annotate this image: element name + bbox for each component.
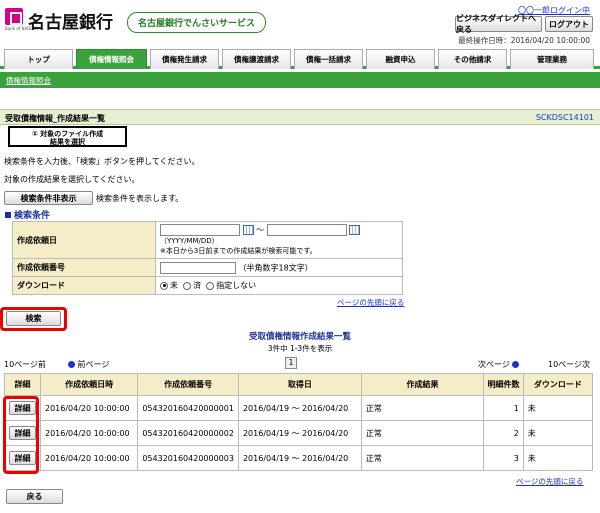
back-button[interactable]: 戻る bbox=[6, 489, 63, 504]
row-period: 2016/04/19 〜 2016/04/20 bbox=[237, 420, 362, 446]
step-label-line1: ① 対象のファイル作成 bbox=[31, 130, 104, 138]
results-count: 3件中 1-3件を表示 bbox=[267, 344, 333, 353]
row-datetime: 2016/04/20 10:00:00 bbox=[39, 420, 139, 446]
request-date-from-input[interactable] bbox=[160, 224, 240, 236]
download-not-yet-label: 未 bbox=[170, 281, 178, 290]
results-header-row: 詳細 作成依頼日時 作成依頼番号 取得日 作成結果 明細件数 ダウンロード bbox=[4, 373, 594, 396]
search-form: 作成依頼日 〜 （YYYY/MM/DD） ※本日から3日前までの作成結果が検索可… bbox=[12, 221, 403, 295]
toggle-note: 検索条件を表示します。 bbox=[96, 194, 184, 203]
header-request-number: 作成依頼番号 bbox=[137, 373, 239, 396]
header-result: 作成結果 bbox=[360, 373, 485, 396]
row-period: 2016/04/19 〜 2016/04/20 bbox=[237, 445, 362, 471]
prev-arrow-icon bbox=[68, 361, 75, 368]
toggle-search-conditions-button[interactable]: 検索条件非表示 bbox=[4, 191, 93, 205]
table-row: 詳細 2016/04/20 10:00:00 05432016042000000… bbox=[4, 395, 594, 421]
back-to-top-link-search[interactable]: ページの先頭に戻る bbox=[337, 297, 404, 308]
tab-loan-application[interactable]: 融資申込 bbox=[366, 49, 435, 69]
tab-bulk-request[interactable]: 債権一括請求 bbox=[294, 49, 363, 69]
row-download: 未 bbox=[522, 445, 594, 471]
table-row: 詳細 2016/04/20 10:00:00 05432016042000000… bbox=[4, 445, 594, 471]
tab-other-request[interactable]: その他請求 bbox=[438, 49, 507, 69]
tab-transfer-request[interactable]: 債権譲渡請求 bbox=[222, 49, 291, 69]
row-count: 1 bbox=[483, 395, 524, 421]
calendar-from-icon[interactable] bbox=[242, 225, 254, 235]
detail-buttons-highlight bbox=[3, 396, 39, 474]
request-number-label: 作成依頼番号 bbox=[12, 258, 156, 277]
search-button[interactable]: 検索 bbox=[6, 311, 61, 326]
download-label: ダウンロード bbox=[12, 276, 156, 295]
table-row: 詳細 2016/04/20 10:00:00 05432016042000000… bbox=[4, 420, 594, 446]
instruction-select: 対象の作成結果を選択してください。 bbox=[4, 175, 140, 184]
header-acquisition-date: 取得日 bbox=[237, 373, 362, 396]
prev-10-pages[interactable]: 10ページ前 bbox=[4, 359, 46, 370]
header-request-datetime: 作成依頼日時 bbox=[39, 373, 139, 396]
row-number: 054320160420000002 bbox=[137, 420, 239, 446]
row-count: 3 bbox=[483, 445, 524, 471]
results-table: 詳細 作成依頼日時 作成依頼番号 取得日 作成結果 明細件数 ダウンロード 詳細… bbox=[4, 373, 594, 471]
page-title-bar: 受取債権情報_作成結果一覧 SCKDSC14101 bbox=[0, 109, 600, 125]
next-10-pages[interactable]: 10ページ次 bbox=[548, 359, 590, 370]
header-detail: 詳細 bbox=[4, 373, 41, 396]
request-date-to-input[interactable] bbox=[266, 224, 347, 236]
subnav-credit-inquiry-link[interactable]: 債権情報照会 bbox=[6, 75, 51, 86]
download-not-yet-radio[interactable] bbox=[160, 281, 168, 290]
request-number-note: （半角数字18文字） bbox=[238, 263, 313, 272]
tab-top[interactable]: トップ bbox=[4, 49, 73, 69]
header-detail-count: 明細件数 bbox=[483, 373, 524, 396]
tab-credit-inquiry[interactable]: 債権情報照会 bbox=[76, 49, 147, 69]
request-date-label: 作成依頼日 bbox=[12, 221, 156, 259]
request-number-input[interactable] bbox=[160, 261, 236, 274]
calendar-to-icon[interactable] bbox=[349, 225, 361, 235]
last-operation-time: 最終操作日時：2016/04/20 10:00:00 bbox=[458, 36, 590, 45]
page-number[interactable]: 1 bbox=[285, 357, 297, 369]
row-number: 054320160420000001 bbox=[137, 395, 239, 421]
row-datetime: 2016/04/20 10:00:00 bbox=[39, 445, 139, 471]
next-arrow-icon bbox=[512, 361, 520, 368]
download-unspecified-radio[interactable] bbox=[206, 281, 215, 290]
logout-button[interactable]: ログアウト bbox=[545, 16, 593, 32]
row-result: 正常 bbox=[360, 420, 485, 446]
row-period: 2016/04/19 〜 2016/04/20 bbox=[237, 395, 362, 421]
step-indicator: ① 対象のファイル作成 結果を選択 bbox=[8, 126, 127, 147]
bank-name: 名古屋銀行 bbox=[28, 13, 113, 33]
download-unspecified-label: 指定しない bbox=[216, 281, 257, 290]
row-count: 2 bbox=[483, 420, 524, 446]
row-datetime: 2016/04/20 10:00:00 bbox=[39, 395, 139, 421]
search-section-title: 検索条件 bbox=[5, 208, 50, 221]
sub-navigation: 債権情報照会 bbox=[0, 72, 600, 88]
row-result: 正常 bbox=[360, 395, 485, 421]
instruction-search: 検索条件を入力後、「検索」ボタンを押してください。 bbox=[4, 157, 200, 166]
results-title: 受取債権情報作成結果一覧 bbox=[248, 332, 351, 342]
header-download: ダウンロード bbox=[522, 373, 594, 396]
business-direct-button[interactable]: ビジネスダイレクトへ戻る bbox=[455, 14, 542, 34]
page-title: 受取債権情報_作成結果一覧 bbox=[5, 114, 105, 123]
screen-code: SCKDSC14101 bbox=[535, 113, 594, 122]
prev-page[interactable]: 前ページ bbox=[68, 359, 109, 370]
row-download: 未 bbox=[522, 395, 594, 421]
tab-issue-request[interactable]: 債権発生請求 bbox=[150, 49, 219, 69]
bank-logo-icon bbox=[5, 8, 23, 25]
row-download: 未 bbox=[522, 420, 594, 446]
download-done-label: 済 bbox=[193, 281, 202, 290]
service-name-badge: 名古屋銀行でんさいサービス bbox=[127, 12, 267, 33]
step-label-line2: 結果を選択 bbox=[50, 138, 85, 146]
tab-management[interactable]: 管理業務 bbox=[510, 49, 594, 69]
date-range-tilde: 〜 bbox=[256, 225, 265, 235]
next-page[interactable]: 次ページ bbox=[478, 359, 520, 370]
date-format-note: （YYYY/MM/DD） bbox=[160, 237, 219, 245]
download-done-radio[interactable] bbox=[183, 281, 192, 290]
date-range-note: ※本日から3日前までの作成結果が検索可能です。 bbox=[160, 247, 317, 255]
row-result: 正常 bbox=[360, 445, 485, 471]
row-number: 054320160420000003 bbox=[137, 445, 239, 471]
back-to-top-link-results[interactable]: ページの先頭に戻る bbox=[516, 476, 583, 487]
